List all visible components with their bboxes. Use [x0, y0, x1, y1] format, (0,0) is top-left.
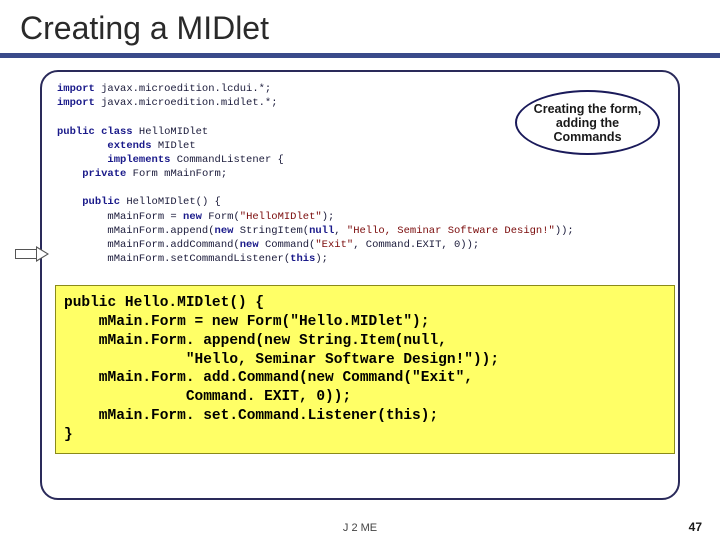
title-bar: Creating a MIDlet — [0, 0, 720, 58]
slide-title: Creating a MIDlet — [20, 10, 700, 47]
arrow-icon — [15, 247, 50, 261]
highlighted-code: public Hello.MIDlet() { mMain.Form = new… — [55, 285, 675, 454]
footer-label: J 2 ME — [343, 522, 377, 534]
callout-bubble: Creating the form, adding the Commands — [515, 90, 660, 155]
callout-text: Creating the form, adding the Commands — [527, 102, 648, 144]
slide: Creating a MIDlet import javax.microedit… — [0, 0, 720, 540]
page-number: 47 — [689, 520, 702, 534]
